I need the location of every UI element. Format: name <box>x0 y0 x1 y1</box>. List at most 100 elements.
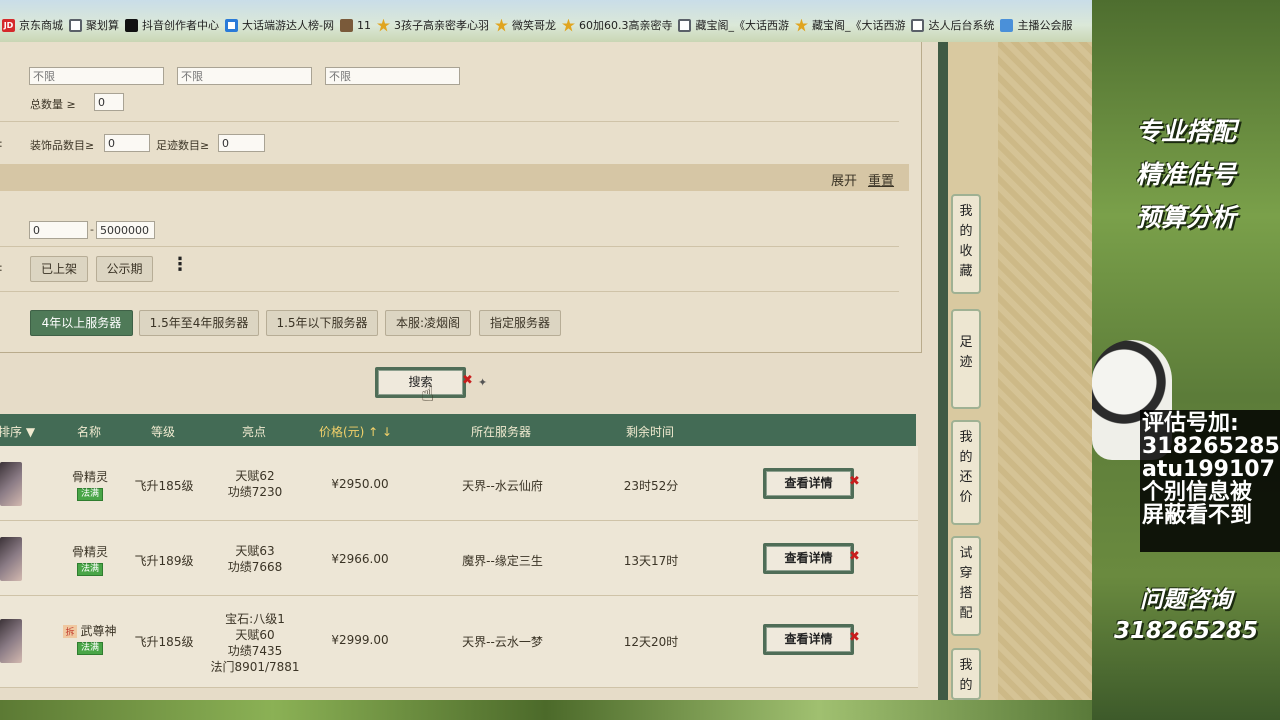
role-price: ¥2999.00 <box>331 633 389 647</box>
bookmark-dahua-rank[interactable]: 大话端游达人榜-网 <box>225 16 340 34</box>
server-local-button[interactable]: 本服:凌烟阁 <box>385 310 471 336</box>
name-header: 名称 <box>77 425 102 439</box>
close-icon: ✖ <box>849 549 860 564</box>
role-level: 飞升185级 <box>134 479 194 493</box>
slogan-3: 预算分析 <box>1135 203 1236 232</box>
role-remaining: 13天17时 <box>623 554 679 568</box>
filter-panel: 总数量 ≥ : 装饰品数目≥ 足迹数目≥ 展开 重置 - : 已上架 公示期 ⋮… <box>0 42 922 353</box>
accessory-label: 装饰品数目≥ <box>30 139 95 152</box>
role-name: 骨精灵 法满 <box>71 470 108 501</box>
pointer-cursor-icon: ☝ <box>421 382 435 407</box>
slogan-2: 精准估号 <box>1135 160 1236 189</box>
server-4y-button[interactable]: 4年以上服务器 <box>30 310 133 336</box>
reset-link[interactable]: 重置 <box>868 170 894 189</box>
try-on-tab[interactable]: 试穿搭配 <box>951 536 981 636</box>
role-level: 飞升185级 <box>134 635 194 649</box>
total-input[interactable] <box>94 93 124 111</box>
colon-label: : <box>0 137 3 150</box>
role-server: 天界--水云仙府 <box>462 479 543 493</box>
sparkle-icon: ✦ <box>478 376 488 389</box>
divider <box>0 246 899 247</box>
filter-input-1[interactable] <box>29 67 164 85</box>
side-toolbar: 我的收藏 足迹 我的还价 试穿搭配 我的 <box>938 42 1092 700</box>
globe-icon <box>69 18 82 32</box>
star-icon <box>376 18 390 32</box>
bookmark-douyin[interactable]: 抖音创作者中心 <box>125 16 225 34</box>
table-row: 骨精灵 法满 飞升189级 天赋63 功绩7668 ¥2966.00 魔界--缘定… <box>0 521 918 596</box>
main-page: 总数量 ≥ : 装饰品数目≥ 足迹数目≥ 展开 重置 - : 已上架 公示期 ⋮… <box>0 42 938 700</box>
blue-icon <box>1000 18 1014 32</box>
filter-input-2[interactable] <box>177 67 312 85</box>
bookmark-60plus[interactable]: 60加60.3高亲密寺 <box>561 16 679 34</box>
sort-header[interactable]: 排序 ▼ <box>0 423 35 440</box>
expand-band: 展开 重置 <box>0 164 909 191</box>
bookmark-guild[interactable]: 主播公会服 <box>1000 16 1078 34</box>
bookmark-juhuasuan[interactable]: 聚划算 <box>69 16 125 34</box>
server-header: 所在服务器 <box>471 425 532 439</box>
server-under1-5y-button[interactable]: 1.5年以下服务器 <box>266 310 378 336</box>
strip-border <box>938 42 948 700</box>
star-icon <box>561 18 575 32</box>
bookmark-cangbaoge-2[interactable]: 藏宝阁_《大话西游 <box>794 16 912 34</box>
status-public-button[interactable]: 公示期 <box>96 256 153 282</box>
server-specified-button[interactable]: 指定服务器 <box>479 310 561 336</box>
role-server: 魔界--缘定三生 <box>462 554 543 568</box>
role-price: ¥2950.00 <box>331 477 389 491</box>
bookmark-3kids[interactable]: 3孩子高亲密孝心羽 <box>376 16 495 34</box>
price-max-input[interactable] <box>96 221 155 239</box>
close-icon: ✖ <box>849 474 860 489</box>
total-label: 总数量 ≥ <box>30 98 76 111</box>
table-row: 骨精灵 法满 飞升185级 天赋62 功绩7230 ¥2950.00 天界--水云… <box>0 446 918 521</box>
server-1-5to4y-button[interactable]: 1.5年至4年服务器 <box>139 310 259 336</box>
price-header[interactable]: 价格(元) ↑ ↓ <box>319 423 392 440</box>
divider <box>0 121 899 122</box>
role-remaining: 23时52分 <box>623 479 679 493</box>
role-highlights: 天赋63 功绩7668 <box>227 544 283 574</box>
avatar <box>0 619 22 663</box>
more-icon[interactable]: ⋮ <box>171 256 189 274</box>
sect-badge: 法满 <box>76 563 103 576</box>
price-separator: - <box>90 223 94 236</box>
role-highlights: 宝石:八级1 天赋60 功绩7435 法门8901/7881 <box>210 612 300 674</box>
my-tab[interactable]: 我的 <box>951 648 981 700</box>
avatar <box>0 462 22 506</box>
bookmark-weixiao[interactable]: 微笑哥龙 <box>494 16 562 34</box>
bookmark-11[interactable]: 11 <box>339 16 377 34</box>
sect-badge: 法满 <box>76 642 103 655</box>
strip-pattern <box>998 42 1092 700</box>
bookmark-daren[interactable]: 达人后台系统 <box>911 16 1000 34</box>
bookmark-jd[interactable]: JD 京东商城 <box>2 16 69 34</box>
price-min-input[interactable] <box>29 221 88 239</box>
sect-badge: 法满 <box>76 488 103 501</box>
footprint-label: 足迹数目≥ <box>156 139 210 152</box>
stream-overlay: 专业搭配 精准估号 预算分析 评估号加: 318265285 atu199107… <box>1092 0 1280 720</box>
level-header: 等级 <box>151 425 176 439</box>
star-icon <box>794 18 808 32</box>
consult-number: 318265285 <box>1113 618 1259 644</box>
accessory-input[interactable] <box>104 134 150 152</box>
consult-label: 问题咨询 <box>1140 587 1232 613</box>
colon-label: : <box>0 261 3 274</box>
bookmark-cangbaoge-1[interactable]: 藏宝阁_《大话西游 <box>678 16 795 34</box>
footprint-input[interactable] <box>218 134 265 152</box>
role-server: 天界--云水一梦 <box>462 635 543 649</box>
my-offers-tab[interactable]: 我的还价 <box>951 420 981 525</box>
close-icon: ✖ <box>462 373 473 388</box>
role-price: ¥2966.00 <box>331 552 389 566</box>
filter-input-3[interactable] <box>325 67 460 85</box>
status-listed-button[interactable]: 已上架 <box>30 256 88 282</box>
c-icon <box>225 18 238 32</box>
jd-icon: JD <box>2 18 15 32</box>
divider <box>0 291 899 292</box>
footprint-tab[interactable]: 足迹 <box>951 309 981 409</box>
view-detail-button[interactable]: 查看详情 <box>763 468 854 499</box>
favorites-tab[interactable]: 我的收藏 <box>951 194 981 294</box>
globe-icon <box>678 18 692 32</box>
view-detail-button[interactable]: 查看详情 <box>763 543 854 574</box>
highlight-header: 亮点 <box>242 425 267 439</box>
expand-link[interactable]: 展开 <box>831 170 857 189</box>
view-detail-button[interactable]: 查看详情 <box>763 624 854 655</box>
star-icon <box>494 18 508 32</box>
image-icon <box>339 18 353 32</box>
role-remaining: 12天20时 <box>623 635 679 649</box>
